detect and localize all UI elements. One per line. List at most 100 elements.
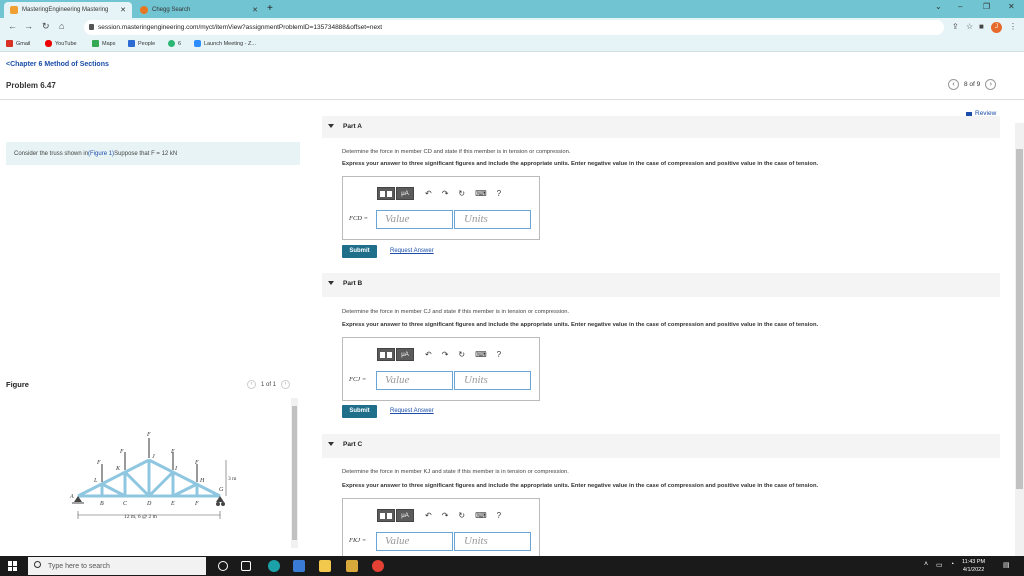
edge-icon[interactable] xyxy=(268,560,280,572)
forward-icon[interactable]: → xyxy=(24,21,33,31)
close-window-icon[interactable]: ✕ xyxy=(1008,2,1015,11)
page-content: <Chapter 6 Method of Sections Problem 6.… xyxy=(0,53,1024,556)
request-answer-link[interactable]: Request Answer xyxy=(390,408,434,414)
joint-label: A xyxy=(69,494,74,500)
help-icon[interactable]: ? xyxy=(497,511,501,520)
help-icon[interactable]: ? xyxy=(497,350,501,359)
taskbar-search[interactable]: Type here to search xyxy=(28,557,206,575)
part-b-header[interactable]: Part B xyxy=(322,273,1000,297)
new-tab-button[interactable]: + xyxy=(267,3,273,14)
file-explorer-icon[interactable] xyxy=(319,560,331,572)
cortana-icon[interactable] xyxy=(218,561,228,571)
redo-icon[interactable]: ↷ xyxy=(442,350,449,359)
value-input[interactable]: Value xyxy=(376,371,453,390)
pager-text: 8 of 9 xyxy=(964,81,981,88)
chapter-link[interactable]: <Chapter 6 Method of Sections xyxy=(6,61,109,68)
answer-toolbar: μA ↶ ↷ ↻ ⌨ ? xyxy=(377,348,501,361)
review-icon xyxy=(966,111,972,116)
units-input[interactable]: Units xyxy=(454,210,531,229)
bookmark-6-icon xyxy=(168,40,175,47)
main-scrollbar[interactable] xyxy=(1015,123,1024,556)
previous-icon[interactable]: ‹ xyxy=(948,79,959,90)
figure-scroll-thumb[interactable] xyxy=(292,406,297,540)
value-input[interactable]: Value xyxy=(376,210,453,229)
chrome-icon[interactable] xyxy=(372,560,384,572)
redo-icon[interactable]: ↷ xyxy=(442,511,449,520)
units-button[interactable]: μA xyxy=(396,187,414,200)
undo-icon[interactable]: ↶ xyxy=(425,350,432,359)
figure-previous-icon[interactable]: ‹ xyxy=(247,380,256,389)
task-view-icon[interactable] xyxy=(241,561,251,571)
tab-mastering[interactable]: MasteringEngineering Mastering ✕ xyxy=(4,2,132,18)
figure-link[interactable]: (Figure 1) xyxy=(88,151,114,157)
battery-icon[interactable]: ▭ xyxy=(936,561,943,569)
bookmark-zoom[interactable]: Launch Meeting - Z... xyxy=(194,40,256,47)
mail-icon[interactable] xyxy=(346,560,358,572)
bookmark-6[interactable]: 6 xyxy=(168,40,181,47)
menu-icon[interactable]: ⋮ xyxy=(1009,22,1017,31)
clock[interactable]: 11:43 PM 4/1/2022 xyxy=(962,558,985,574)
submit-button[interactable]: Submit xyxy=(342,245,377,258)
profile-avatar[interactable]: J xyxy=(991,22,1002,33)
tab-label: MasteringEngineering Mastering xyxy=(22,7,109,13)
joint-label: K xyxy=(115,466,121,472)
wifi-icon[interactable]: ◔ xyxy=(950,561,954,568)
store-icon[interactable] xyxy=(293,560,305,572)
value-input[interactable]: Value xyxy=(376,532,453,551)
reset-icon[interactable]: ↻ xyxy=(458,511,465,520)
request-answer-link[interactable]: Request Answer xyxy=(390,248,434,254)
restore-icon[interactable]: ❐ xyxy=(983,2,990,11)
reset-icon[interactable]: ↻ xyxy=(458,350,465,359)
keyboard-icon[interactable]: ⌨ xyxy=(475,189,487,198)
windows-start-icon[interactable] xyxy=(8,561,18,571)
units-input[interactable]: Units xyxy=(454,532,531,551)
undo-icon[interactable]: ↶ xyxy=(425,189,432,198)
templates-button[interactable] xyxy=(377,509,395,522)
tab-search-icon[interactable]: ⌄ xyxy=(935,2,942,11)
redo-icon[interactable]: ↷ xyxy=(442,189,449,198)
minimize-icon[interactable]: – xyxy=(958,2,962,11)
part-a-header[interactable]: Part A xyxy=(322,116,1000,138)
extensions-icon[interactable]: ■ xyxy=(979,22,984,31)
part-b-question: Determine the force in member CJ and sta… xyxy=(342,309,570,315)
truss-figure: F F F F F A B C D E F G H I J K L 12 m, … xyxy=(6,398,292,548)
templates-button[interactable] xyxy=(377,348,395,361)
bookmark-maps[interactable]: Maps xyxy=(92,40,115,47)
youtube-icon xyxy=(45,40,52,47)
main-scroll-thumb[interactable] xyxy=(1016,149,1023,489)
reset-icon[interactable]: ↻ xyxy=(458,189,465,198)
back-icon[interactable]: ← xyxy=(8,21,17,31)
reload-icon[interactable]: ↻ xyxy=(42,21,50,32)
taskbar: Type here to search ˄ ▭ ◔ 11:43 PM 4/1/2… xyxy=(0,556,1024,576)
bookmark-gmail[interactable]: Gmail xyxy=(6,40,30,47)
help-icon[interactable]: ? xyxy=(497,189,501,198)
keyboard-icon[interactable]: ⌨ xyxy=(475,350,487,359)
bookmark-people[interactable]: People xyxy=(128,40,155,47)
url-field[interactable]: session.masteringengineering.com/myct/it… xyxy=(84,20,944,35)
next-icon[interactable]: › xyxy=(985,79,997,90)
bookmark-youtube[interactable]: YouTube xyxy=(45,40,77,47)
figure-scrollbar[interactable] xyxy=(291,398,298,548)
undo-icon[interactable]: ↶ xyxy=(425,511,432,520)
collapse-icon xyxy=(328,442,334,446)
tray-chevron-icon[interactable]: ˄ xyxy=(924,561,928,568)
figure-next-icon[interactable]: › xyxy=(281,380,291,389)
units-input[interactable]: Units xyxy=(454,371,531,390)
url-text: session.masteringengineering.com/myct/it… xyxy=(98,24,383,31)
keyboard-icon[interactable]: ⌨ xyxy=(475,511,487,520)
units-button[interactable]: μA xyxy=(396,348,414,361)
share-icon[interactable]: ⇪ xyxy=(952,22,959,31)
truss-diagram: F F F F F A B C D E F G H I J K L 12 m, … xyxy=(69,432,237,520)
home-icon[interactable]: ⌂ xyxy=(59,21,64,31)
part-c-header[interactable]: Part C xyxy=(322,434,1000,458)
bookmark-star-icon[interactable]: ☆ xyxy=(966,22,973,31)
joint-label: E xyxy=(170,501,175,507)
notifications-icon[interactable]: ▤ xyxy=(1003,561,1010,569)
units-button[interactable]: μA xyxy=(396,509,414,522)
submit-button[interactable]: Submit xyxy=(342,405,377,418)
templates-button[interactable] xyxy=(377,187,395,200)
close-icon[interactable]: ✕ xyxy=(120,6,126,14)
close-icon[interactable]: ✕ xyxy=(252,6,258,14)
gmail-icon xyxy=(6,40,13,47)
tab-chegg[interactable]: Chegg Search ✕ xyxy=(134,2,264,18)
